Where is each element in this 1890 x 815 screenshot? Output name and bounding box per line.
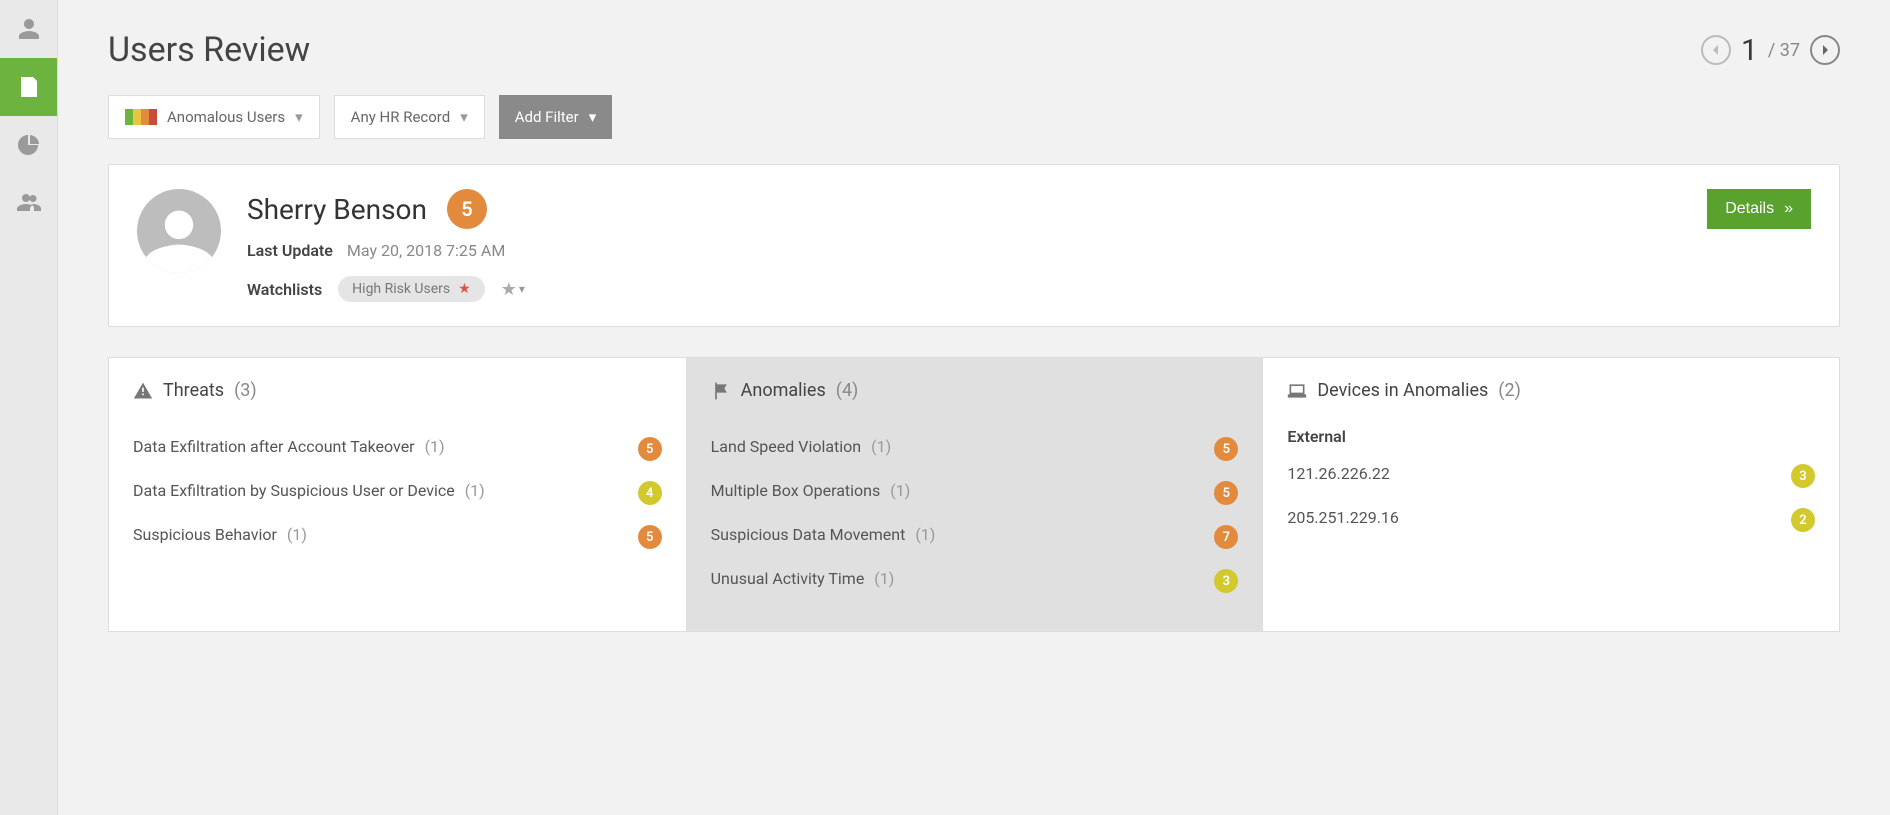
list-item[interactable]: Suspicious Data Movement (1) 7 (711, 515, 1239, 559)
risk-score-badge: 4 (638, 481, 662, 505)
risk-score-badge: 2 (1791, 508, 1815, 532)
last-update-value: May 20, 2018 7:25 AM (347, 241, 505, 260)
panel-title: Anomalies (741, 380, 826, 401)
sidebar-item-analytics[interactable] (0, 116, 57, 174)
pager: 1 / 37 (1701, 33, 1840, 68)
watchlist-pill[interactable]: High Risk Users ★ (338, 276, 485, 302)
filter-anomalous-users[interactable]: Anomalous Users ▾ (108, 95, 320, 139)
list-item-label: Data Exfiltration by Suspicious User or … (133, 481, 622, 500)
anomalies-panel: Anomalies (4) Land Speed Violation (1)5M… (686, 358, 1263, 631)
chevron-down-icon: ▾ (589, 108, 597, 126)
filter-label: Anomalous Users (167, 108, 285, 126)
devices-panel: Devices in Anomalies (2) External 121.26… (1262, 358, 1839, 631)
risk-score-badge: 7 (1214, 525, 1238, 549)
list-item-label: Multiple Box Operations (1) (711, 481, 1199, 500)
devices-subhead: External (1287, 427, 1815, 446)
list-item[interactable]: Suspicious Behavior (1) 5 (133, 515, 662, 559)
panel-count: (3) (234, 380, 257, 401)
pager-next-button[interactable] (1810, 35, 1840, 65)
pager-current: 1 (1741, 33, 1758, 68)
star-icon: ★ (458, 281, 471, 297)
user-risk-score: 5 (447, 189, 487, 229)
list-item-label: Data Exfiltration after Account Takeover… (133, 437, 622, 456)
panel-title: Threats (163, 380, 224, 401)
chevron-down-icon: ▾ (519, 282, 525, 296)
panel-count: (2) (1498, 380, 1521, 401)
risk-score-badge: 3 (1214, 569, 1238, 593)
risk-score-badge: 5 (1214, 481, 1238, 505)
sidebar-item-users[interactable] (0, 0, 57, 58)
page-title: Users Review (108, 30, 310, 70)
list-item[interactable]: Data Exfiltration after Account Takeover… (133, 427, 662, 471)
list-item-label: 205.251.229.16 (1287, 508, 1775, 527)
avatar (137, 189, 221, 273)
user-icon (17, 17, 41, 41)
risk-score-badge: 5 (638, 525, 662, 549)
details-button[interactable]: Details » (1707, 189, 1811, 229)
risk-score-badge: 5 (638, 437, 662, 461)
risk-bars-icon (125, 109, 157, 125)
chevron-right-icon (1820, 45, 1830, 55)
filter-label: Add Filter (515, 108, 579, 126)
panels: Threats (3) Data Exfiltration after Acco… (108, 357, 1840, 632)
chevron-double-right-icon: » (1784, 200, 1793, 218)
list-item-label: 121.26.226.22 (1287, 464, 1775, 483)
list-item-label: Land Speed Violation (1) (711, 437, 1199, 456)
list-item[interactable]: Land Speed Violation (1) 5 (711, 427, 1239, 471)
panel-title: Devices in Anomalies (1317, 380, 1488, 401)
user-card: Sherry Benson 5 Last Update May 20, 2018… (108, 164, 1840, 327)
chevron-down-icon: ▾ (295, 108, 303, 126)
list-item[interactable]: 121.26.226.22 3 (1287, 454, 1815, 498)
list-item-label: Unusual Activity Time (1) (711, 569, 1199, 588)
laptop-icon (1287, 381, 1307, 401)
add-watchlist-button[interactable]: ★▾ (501, 279, 525, 300)
list-item[interactable]: Multiple Box Operations (1) 5 (711, 471, 1239, 515)
list-item[interactable]: Data Exfiltration by Suspicious User or … (133, 471, 662, 515)
document-icon (17, 75, 41, 99)
list-item[interactable]: 205.251.229.16 2 (1287, 498, 1815, 542)
sidebar-item-review[interactable] (0, 58, 57, 116)
user-name: Sherry Benson (247, 193, 427, 226)
chevron-left-icon (1711, 45, 1721, 55)
pager-total: / 37 (1768, 40, 1800, 61)
filter-label: Any HR Record (351, 108, 451, 126)
warning-icon (133, 381, 153, 401)
sidebar (0, 0, 58, 815)
risk-score-badge: 3 (1791, 464, 1815, 488)
flag-icon (711, 381, 731, 401)
watchlists-label: Watchlists (247, 280, 322, 299)
users-icon (17, 191, 41, 215)
sidebar-item-groups[interactable] (0, 174, 57, 232)
main-content: Users Review 1 / 37 Anomalous Users (58, 0, 1890, 815)
risk-score-badge: 5 (1214, 437, 1238, 461)
add-filter-button[interactable]: Add Filter ▾ (499, 95, 613, 139)
threats-panel: Threats (3) Data Exfiltration after Acco… (109, 358, 686, 631)
chevron-down-icon: ▾ (460, 108, 468, 126)
last-update-label: Last Update (247, 241, 333, 260)
list-item-label: Suspicious Data Movement (1) (711, 525, 1199, 544)
list-item[interactable]: Unusual Activity Time (1) 3 (711, 559, 1239, 603)
list-item-label: Suspicious Behavior (1) (133, 525, 622, 544)
pager-prev-button[interactable] (1701, 35, 1731, 65)
panel-count: (4) (836, 380, 859, 401)
pie-chart-icon (17, 133, 41, 157)
star-icon: ★ (501, 279, 517, 300)
avatar-icon (145, 205, 213, 273)
filter-bar: Anomalous Users ▾ Any HR Record ▾ Add Fi… (108, 95, 1840, 139)
watchlist-pill-label: High Risk Users (352, 281, 450, 297)
filter-hr-record[interactable]: Any HR Record ▾ (334, 95, 485, 139)
details-label: Details (1725, 200, 1774, 218)
